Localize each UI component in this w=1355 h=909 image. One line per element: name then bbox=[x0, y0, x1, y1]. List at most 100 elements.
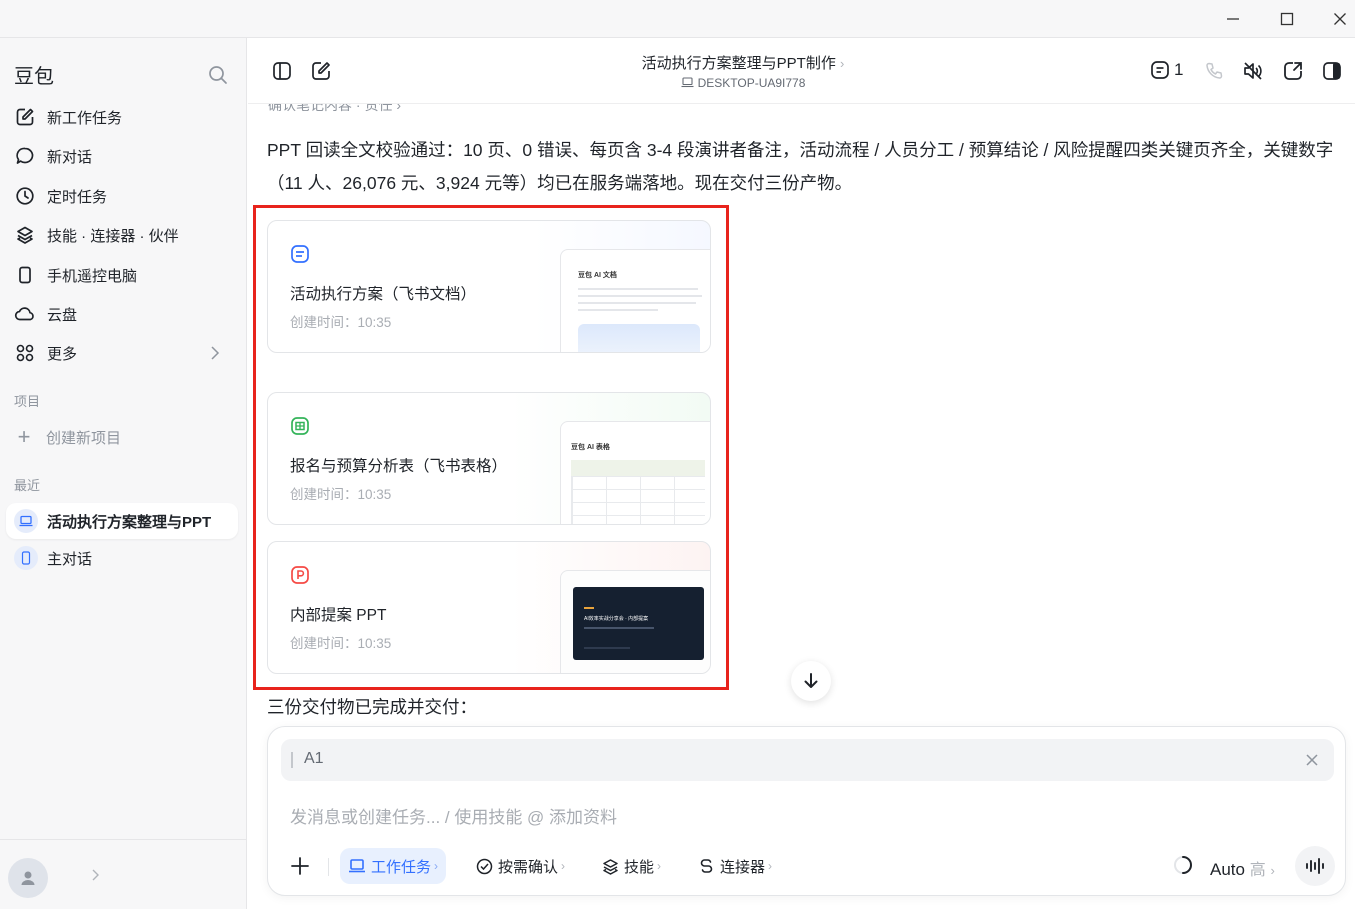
sidebar-item-new-task[interactable]: 新工作任务 bbox=[14, 102, 234, 132]
card-time: 创建时间：10:35 bbox=[290, 636, 392, 651]
sheet-icon bbox=[290, 416, 310, 436]
device-name: DESKTOP-UA9I778 bbox=[697, 76, 806, 90]
composer-toolbar: 工作任务 › 按需确认 › 技能 › 连接器 › Auto 高 › bbox=[268, 846, 1347, 886]
phone-icon bbox=[14, 264, 36, 286]
phone-call-icon[interactable] bbox=[1202, 59, 1226, 83]
summary-text: 三份交付物已完成并交付： bbox=[267, 697, 477, 717]
close-icon[interactable] bbox=[1322, 4, 1355, 34]
search-icon[interactable] bbox=[207, 64, 229, 86]
ppt-thumbnail: AI效率实战分享会 · 内部提案 bbox=[560, 570, 710, 673]
layers-icon bbox=[603, 858, 618, 875]
sidebar-item-new-chat[interactable]: 新对话 bbox=[14, 141, 234, 171]
laptop-icon bbox=[349, 859, 365, 873]
work-task-chip[interactable]: 工作任务 › bbox=[340, 848, 447, 884]
sidebar-item-cloud[interactable]: 云盘 bbox=[14, 299, 234, 329]
title-bar bbox=[0, 0, 1355, 38]
thumb-label: 豆包 AI 表格 bbox=[571, 444, 610, 451]
deliverable-card-ppt[interactable]: 内部提案 PPT 创建时间：10:35 AI效率实战分享会 · 内部提案 bbox=[267, 541, 711, 674]
sidebar-item-scheduled[interactable]: 定时任务 bbox=[14, 181, 234, 211]
laptop-icon bbox=[681, 77, 694, 88]
toolbar-divider bbox=[328, 858, 329, 876]
card-title: 活动执行方案（飞书文档） bbox=[290, 286, 477, 303]
sheet-thumbnail: 豆包 AI 表格 bbox=[560, 421, 710, 524]
sidebar-item-label: 定时任务 bbox=[47, 188, 108, 206]
brand-title: 豆包 bbox=[14, 66, 54, 88]
right-panel-toggle-icon[interactable] bbox=[1320, 59, 1344, 83]
share-icon[interactable] bbox=[1281, 59, 1305, 83]
scroll-to-bottom-button[interactable] bbox=[791, 661, 831, 701]
laptop-icon bbox=[14, 509, 38, 533]
model-selector[interactable]: Auto 高 › bbox=[1210, 856, 1275, 880]
task-count: 1 bbox=[1174, 60, 1184, 79]
assistant-message: PPT 回读全文校验通过：10 页、0 错误、每页含 3-4 段演讲者备注，活动… bbox=[267, 140, 1334, 193]
task-list-icon bbox=[1151, 61, 1169, 79]
title-arrow: › bbox=[840, 56, 845, 71]
connector-icon bbox=[700, 858, 713, 873]
chat-icon bbox=[14, 145, 36, 167]
cloud-icon bbox=[14, 303, 36, 325]
close-icon[interactable] bbox=[1302, 750, 1322, 770]
minimize-icon[interactable] bbox=[1215, 4, 1251, 34]
doc-thumbnail: 豆包 AI 文档 bbox=[560, 249, 710, 352]
mute-speaker-icon[interactable] bbox=[1241, 59, 1265, 83]
device-label: DESKTOP-UA9I778 bbox=[248, 76, 1238, 90]
plus-icon: + bbox=[17, 424, 31, 449]
card-title: 内部提案 PPT bbox=[290, 607, 387, 624]
composer: A1 发消息或创建任务... / 使用技能 @ 添加资料 工作任务 › 按需确认… bbox=[267, 726, 1346, 896]
deliverable-card-doc[interactable]: 活动执行方案（飞书文档） 创建时间：10:35 豆包 AI 文档 bbox=[267, 220, 711, 353]
grid-icon bbox=[14, 342, 36, 364]
task-count-button[interactable]: 1 bbox=[1150, 60, 1183, 80]
quote-text: A1 bbox=[304, 750, 324, 767]
quote-bar bbox=[291, 752, 293, 768]
previous-message-tail: 确认笔记内容 · 责任 › bbox=[268, 104, 401, 113]
model-name: Auto bbox=[1210, 860, 1245, 879]
chip-label: 连接器 bbox=[720, 858, 766, 876]
card-time: 创建时间：10:35 bbox=[290, 487, 392, 502]
check-circle-icon bbox=[476, 858, 493, 874]
confirm-on-demand-chip[interactable]: 按需确认 › bbox=[468, 848, 573, 884]
sidebar-item-label: 手机遥控电脑 bbox=[47, 267, 138, 285]
main-header: 活动执行方案整理与PPT制作 › DESKTOP-UA9I778 1 bbox=[248, 38, 1355, 104]
sidebar-item-phone-remote[interactable]: 手机遥控电脑 bbox=[14, 260, 234, 290]
sidebar: 豆包 新工作任务 新对话 定时任务 技能 · 连接器 · 伙伴 手机遥控电脑 云… bbox=[0, 38, 247, 909]
chevron-right-icon bbox=[208, 345, 222, 365]
create-project-button[interactable]: + 创建新项目 bbox=[14, 424, 121, 450]
page-title-text: 活动执行方案整理与PPT制作 bbox=[641, 55, 836, 72]
quoted-reference: A1 bbox=[281, 739, 1334, 781]
recent-item-active[interactable]: 活动执行方案整理与PPT bbox=[6, 503, 238, 539]
sidebar-footer bbox=[0, 839, 247, 909]
clock-icon bbox=[14, 185, 36, 207]
plus-icon[interactable] bbox=[288, 854, 312, 878]
card-time: 创建时间：10:35 bbox=[290, 315, 392, 330]
phone-icon bbox=[14, 546, 38, 570]
card-title: 报名与预算分析表（飞书表格） bbox=[290, 458, 508, 475]
recent-item-label: 主对话 bbox=[47, 550, 93, 568]
maximize-icon[interactable] bbox=[1269, 4, 1305, 34]
sidebar-item-label: 云盘 bbox=[47, 306, 78, 324]
waveform-icon bbox=[1306, 858, 1324, 874]
slide-title: AI效率实战分享会 · 内部提案 bbox=[584, 616, 649, 622]
voice-input-button[interactable] bbox=[1295, 846, 1335, 886]
projects-section-label: 项目 bbox=[14, 394, 41, 409]
message-input[interactable]: 发消息或创建任务... / 使用技能 @ 添加资料 bbox=[290, 803, 617, 828]
chevron-right-icon[interactable] bbox=[90, 868, 100, 885]
sidebar-item-label: 新对话 bbox=[47, 148, 93, 166]
sidebar-item-skills[interactable]: 技能 · 连接器 · 伙伴 bbox=[14, 220, 234, 250]
skills-chip[interactable]: 技能 › bbox=[594, 848, 669, 884]
recent-item[interactable]: 主对话 bbox=[6, 540, 238, 576]
sidebar-item-more[interactable]: 更多 bbox=[14, 338, 234, 368]
edit-icon bbox=[14, 106, 36, 128]
model-level: 高 bbox=[1249, 862, 1266, 879]
recent-item-label: 活动执行方案整理与PPT bbox=[47, 513, 212, 531]
create-project-label: 创建新项目 bbox=[46, 429, 122, 447]
avatar[interactable] bbox=[8, 858, 48, 898]
sidebar-item-label: 新工作任务 bbox=[47, 109, 123, 127]
chip-label: 工作任务 bbox=[371, 858, 432, 876]
sidebar-item-label: 更多 bbox=[47, 345, 78, 363]
connectors-chip[interactable]: 连接器 › bbox=[690, 848, 780, 884]
loading-spinner-icon bbox=[1172, 854, 1194, 876]
page-title[interactable]: 活动执行方案整理与PPT制作 › bbox=[248, 52, 1238, 73]
deliverable-card-sheet[interactable]: 报名与预算分析表（飞书表格） 创建时间：10:35 豆包 AI 表格 bbox=[267, 392, 711, 525]
ppt-icon bbox=[290, 565, 310, 585]
chip-label: 技能 bbox=[624, 858, 655, 876]
